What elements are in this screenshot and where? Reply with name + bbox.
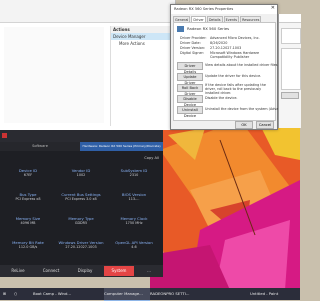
uninstall-device-button[interactable]: Uninstall Device [177, 106, 203, 118]
taskbar: ⊞ ○ Boot Camp - Wind... Computer Manage.… [0, 288, 300, 301]
cell-value: 4.6 [131, 245, 137, 249]
disable-device-desc: Disable the device. [205, 96, 238, 100]
update-driver-button[interactable]: Update Driver [177, 73, 203, 85]
more-actions-link[interactable]: More Actions [111, 40, 171, 47]
info-cell: Memory Bit Rate 112.0 GB/s [3, 240, 53, 254]
connect-button[interactable]: Connect [36, 266, 66, 276]
driver-details-desc: View details about the installed driver … [205, 63, 279, 67]
info-cell: SubSystem ID 2310 [109, 168, 159, 182]
driver-date-label: Driver Date: [180, 41, 201, 45]
cm-toolbar [0, 0, 175, 23]
display-adapter-icon [177, 26, 184, 32]
cell-value: 2310 [129, 173, 139, 177]
tab-hardware[interactable]: Hardware: Radeon RX 560 Series (Primary/… [80, 142, 163, 151]
cell-value: 113-... [128, 197, 140, 201]
info-cell: OpenGL API Version 4.6 [109, 240, 159, 254]
cell-value: 1002 [76, 173, 86, 177]
taskbar-item-bootcamp[interactable]: Boot Camp - Wind... [33, 288, 73, 300]
adapter-info-box [281, 28, 301, 44]
actions-header: Actions [111, 26, 171, 33]
disable-device-button[interactable]: Disable Device [177, 95, 203, 107]
adapter-properties-window [278, 14, 301, 128]
radeon-tabs: Software Hardware: Radeon RX 560 Series … [0, 142, 163, 151]
info-cell: Memory Type GDDR5 [56, 216, 106, 230]
tab-software[interactable]: Software [0, 142, 80, 151]
more-button[interactable]: ... [138, 266, 160, 276]
cell-value: 1750 MHz [125, 221, 143, 225]
copy-all-button[interactable]: Copy All [144, 156, 159, 160]
taskbar-item-computer-management[interactable]: Computer Manage... [104, 288, 150, 301]
info-cell: Windows Driver Version 27.20.12027.1003 [56, 240, 106, 254]
radeon-software-window: Software Hardware: Radeon RX 560 Series … [0, 130, 163, 277]
adapter-details-box [281, 48, 301, 90]
list-all-modes-button[interactable] [281, 92, 299, 99]
driver-provider-value: Advanced Micro Devices, Inc. [210, 36, 260, 40]
roll-back-driver-button[interactable]: Roll Back Driver [177, 84, 203, 96]
close-icon[interactable]: ✕ [271, 6, 275, 11]
window-titlebar [279, 14, 301, 23]
digital-signer-value: Microsoft Windows Hardware Compatibility… [210, 51, 260, 59]
cancel-button[interactable]: Cancel [256, 121, 274, 129]
info-cell: Bus Type PCI Express x8 [3, 192, 53, 206]
driver-version-label: Driver Version: [180, 46, 206, 50]
cell-value: 27.20.12027.1003 [65, 245, 97, 249]
roll-back-driver-desc: If the device fails after updating the d… [205, 83, 266, 95]
relive-button[interactable]: ReLive [4, 266, 32, 276]
info-cell: Vendor ID 1002 [56, 168, 106, 182]
cell-value: PCI Express x8 [15, 197, 41, 201]
device-manager-action[interactable]: Device Manager [111, 33, 171, 40]
info-cell: Device ID 67EF [3, 168, 53, 182]
digital-signer-label: Digital Signer: [180, 51, 205, 55]
search-icon[interactable]: ○ [14, 288, 26, 300]
device-properties-dialog: Radeon RX 560 Series Properties ✕ Genera… [170, 4, 289, 130]
device-tree-pane[interactable] [4, 27, 104, 123]
info-cell: BIOS Version 113-... [109, 192, 159, 206]
driver-version-value: 27.20.12027.1003 [210, 46, 242, 50]
info-cell: Current Bus Settings PCI Express 3.0 x8 [56, 192, 106, 206]
cell-value: GDDR5 [74, 221, 88, 225]
uninstall-device-desc: Uninstall the device from the system (Ad… [205, 107, 290, 111]
driver-details-button[interactable]: Driver Details [177, 62, 203, 74]
info-cell: Memory Clock 1750 MHz [109, 216, 159, 230]
actions-pane: Actions Device Manager More Actions [110, 26, 171, 126]
driver-date-value: 8/26/2020 [210, 41, 228, 45]
taskbar-item-paint[interactable]: Untitled - Paint [250, 288, 294, 300]
cell-value: 67EF [23, 173, 33, 177]
device-name: Radeon RX 560 Series [187, 26, 230, 31]
computer-management-window: Actions Device Manager More Actions [0, 0, 176, 130]
ok-button[interactable]: OK [235, 121, 253, 129]
dialog-title: Radeon RX 560 Series Properties [174, 7, 234, 11]
radeon-header [0, 130, 163, 142]
update-driver-desc: Update the driver for this device. [205, 74, 262, 78]
cell-value: 4096 MB [20, 221, 36, 225]
windows-start-icon[interactable]: ⊞ [3, 288, 13, 300]
info-cell: Memory Size 4096 MB [3, 216, 53, 230]
radeon-bottom-bar: ReLive Connect Display System ... [0, 265, 163, 277]
driver-tab-panel: Radeon RX 560 Series Driver Provider: Ad… [173, 22, 289, 121]
amd-logo-icon [2, 133, 7, 138]
system-button[interactable]: System [104, 266, 134, 276]
cell-value: PCI Express 3.0 x8 [65, 197, 97, 201]
driver-provider-label: Driver Provider: [180, 36, 207, 40]
dialog-titlebar: Radeon RX 560 Series Properties ✕ [171, 5, 277, 14]
display-button[interactable]: Display [70, 266, 100, 276]
cell-value: 112.0 GB/s [18, 245, 38, 249]
taskbar-item-radeon-settings[interactable]: RADEONPRO SETTI... [150, 288, 194, 300]
